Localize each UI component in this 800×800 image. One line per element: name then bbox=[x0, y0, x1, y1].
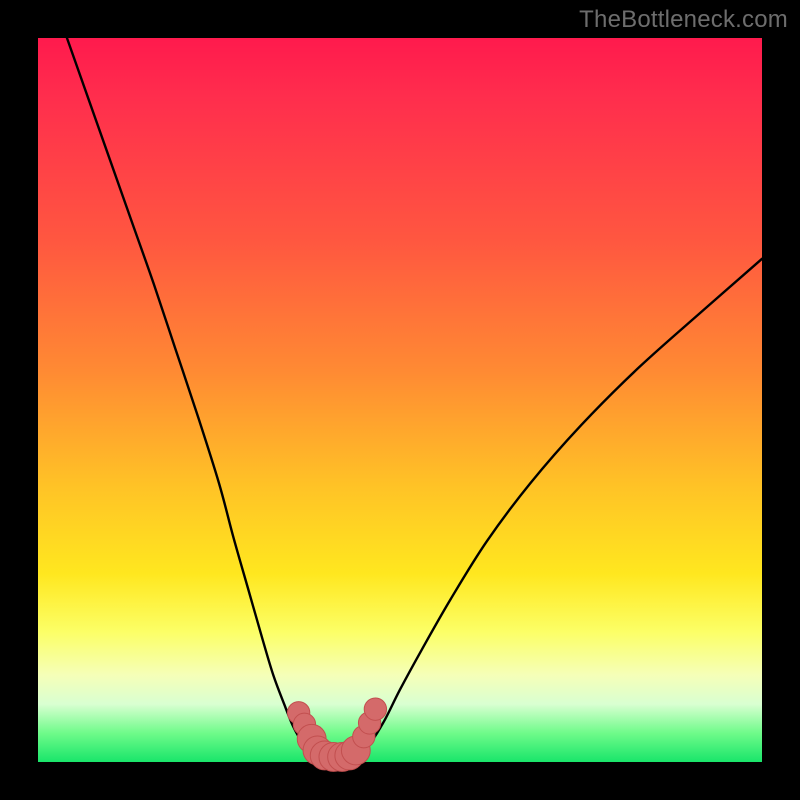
chart-plot-area bbox=[38, 38, 762, 762]
curve-right-curve bbox=[357, 259, 762, 758]
valley-marker bbox=[364, 698, 386, 720]
chart-frame: TheBottleneck.com bbox=[0, 0, 800, 800]
watermark-text: TheBottleneck.com bbox=[579, 6, 788, 34]
marker-layer bbox=[287, 698, 386, 771]
curve-layer bbox=[67, 38, 762, 760]
curve-left-curve bbox=[67, 38, 318, 758]
chart-svg bbox=[38, 38, 762, 762]
